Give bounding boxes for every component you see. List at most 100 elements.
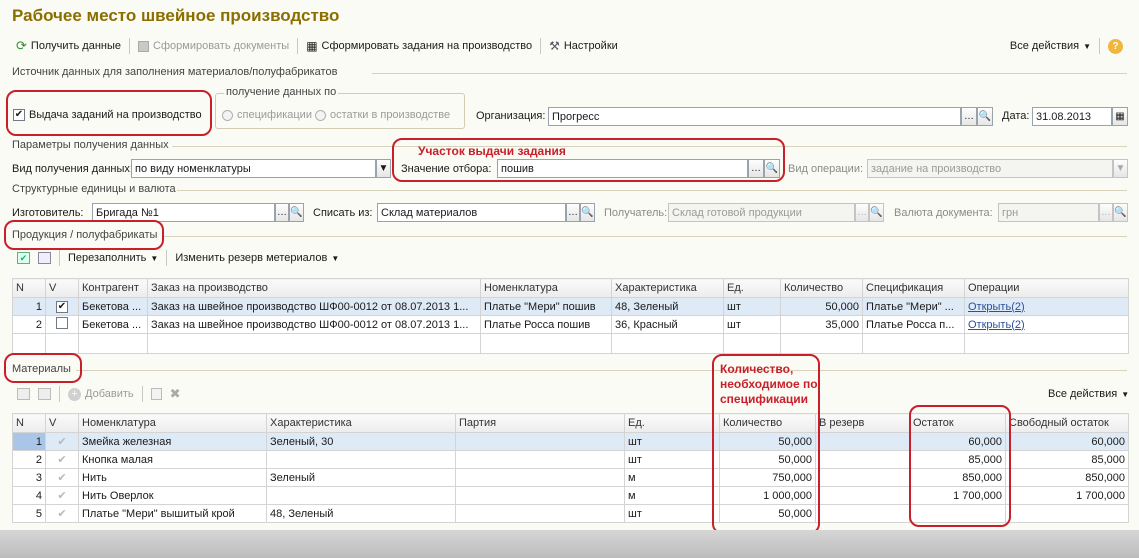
row-check-icon: ✔: [45, 504, 79, 523]
radio-icon: [222, 109, 233, 121]
uncheck-all-icon: [38, 252, 51, 264]
section-divider: [372, 73, 1127, 74]
row-checkbox[interactable]: [45, 315, 79, 334]
maker-label: Изготовитель:: [12, 207, 84, 219]
column-header[interactable]: Ед.: [723, 278, 781, 298]
calendar-icon[interactable]: ▦: [1112, 107, 1128, 126]
materials-actions: Все действия ▼: [1044, 383, 1133, 405]
products-table: N V Контрагент Заказ на производство Ном…: [12, 278, 1129, 354]
column-header[interactable]: Свободный остаток: [1005, 413, 1129, 433]
form-tasks-button[interactable]: ▦ Сформировать задания на производство: [302, 39, 536, 53]
uncheck-all-button[interactable]: [34, 388, 55, 400]
delete-icon: ✖: [169, 386, 181, 401]
date-field[interactable]: 31.08.2013: [1032, 107, 1112, 126]
operation-kind-field[interactable]: задание на производство: [867, 159, 1113, 178]
annotation-issue-area: Участок выдачи задания: [418, 144, 566, 158]
column-header[interactable]: Номенклатура: [480, 278, 612, 298]
column-header[interactable]: Заказ на производство: [147, 278, 481, 298]
column-header[interactable]: V: [45, 278, 79, 298]
receiver-field[interactable]: Склад готовой продукции: [668, 203, 855, 222]
toolbar-separator: [141, 386, 143, 402]
column-header[interactable]: Операции: [964, 278, 1129, 298]
uncheck-all-button[interactable]: [34, 252, 55, 264]
refill-button[interactable]: Перезаполнить ▼: [64, 252, 162, 264]
writeoff-field[interactable]: Склад материалов: [377, 203, 566, 222]
row-check-icon: ✔: [45, 468, 79, 487]
help-icon: ?: [1108, 38, 1123, 54]
currency-select-button[interactable]: …: [1099, 203, 1113, 222]
column-header[interactable]: Ед.: [624, 413, 720, 433]
source-section-title: Источник данных для заполнения материало…: [12, 66, 338, 78]
materials-all-actions-button[interactable]: Все действия ▼: [1044, 388, 1133, 400]
column-header[interactable]: Характеристика: [266, 413, 456, 433]
annotation-box-issue-tasks: [6, 90, 212, 136]
search-icon[interactable]: 🔍: [977, 107, 993, 126]
maker-select-button[interactable]: …: [275, 203, 289, 222]
form-documents-button[interactable]: Сформировать документы: [134, 40, 293, 52]
column-header[interactable]: Количество: [780, 278, 863, 298]
annotation-box-materials: [4, 353, 82, 383]
operation-kind-label: Вид операции:: [788, 163, 864, 175]
products-toolbar: ✔ Перезаполнить ▼ Изменить резерв метериа…: [13, 247, 343, 269]
open-operations-link[interactable]: Открыть(2): [968, 319, 1025, 331]
dropdown-arrow-icon[interactable]: ▼: [1113, 159, 1128, 178]
add-icon: +: [68, 387, 81, 401]
units-section-title: Структурные единицы и валюта: [12, 183, 176, 195]
add-button[interactable]: + Добавить: [64, 387, 138, 401]
radio-specification[interactable]: спецификации: [222, 109, 312, 121]
receiver-select-button[interactable]: …: [855, 203, 869, 222]
currency-label: Валюта документа:: [894, 207, 993, 219]
search-icon[interactable]: 🔍: [869, 203, 884, 222]
column-header[interactable]: Контрагент: [78, 278, 148, 298]
column-header[interactable]: В резерв: [815, 413, 910, 433]
search-icon[interactable]: 🔍: [580, 203, 595, 222]
delete-button[interactable]: ✖: [166, 386, 185, 402]
writeoff-label: Списать из:: [313, 207, 373, 219]
table-row[interactable]: 1 ✔ Бекетова ... Заказ на швейное произв…: [12, 297, 1129, 316]
column-header[interactable]: Спецификация: [862, 278, 965, 298]
column-header[interactable]: Номенклатура: [78, 413, 267, 433]
window-title: Рабочее место швейное производство: [12, 6, 340, 25]
table-icon: ▦: [306, 39, 318, 53]
radio-production-remains[interactable]: остатки в производстве: [315, 109, 450, 121]
change-reserve-button[interactable]: Изменить резерв метериалов ▼: [171, 252, 343, 264]
table-row[interactable]: 2 Бекетова ... Заказ на швейное производ…: [12, 315, 1129, 334]
column-header[interactable]: V: [45, 413, 79, 433]
organization-select-button[interactable]: …: [961, 107, 977, 126]
data-source-group-title: получение данных по: [224, 86, 339, 98]
all-actions-button[interactable]: Все действия ▼: [1006, 40, 1095, 52]
open-operations-link[interactable]: Открыть(2): [968, 301, 1025, 313]
search-icon[interactable]: 🔍: [289, 203, 304, 222]
currency-field[interactable]: грн: [998, 203, 1099, 222]
section-divider: [76, 370, 1127, 371]
help-button[interactable]: ?: [1104, 38, 1127, 54]
dropdown-arrow-icon: ▼: [150, 253, 159, 263]
writeoff-select-button[interactable]: …: [566, 203, 580, 222]
section-divider: [177, 190, 1127, 191]
copy-button[interactable]: [147, 388, 166, 400]
toolbar-separator: [166, 250, 168, 266]
column-header[interactable]: N: [12, 278, 46, 298]
data-kind-field[interactable]: по виду номенклатуры: [131, 159, 376, 178]
check-all-icon: ✔: [17, 252, 30, 264]
row-checkbox[interactable]: ✔: [45, 297, 79, 316]
checkbox-unchecked-icon: [56, 317, 68, 329]
settings-button[interactable]: ⚒ Настройки: [545, 39, 622, 53]
column-header[interactable]: Характеристика: [611, 278, 724, 298]
organization-field[interactable]: Прогресс: [548, 107, 961, 126]
radio-icon: [315, 109, 326, 121]
get-data-button[interactable]: ⟳ Получить данные: [12, 38, 125, 54]
column-header[interactable]: N: [12, 413, 46, 433]
toolbar-separator: [1099, 38, 1100, 54]
check-all-icon: [17, 388, 30, 400]
section-divider: [163, 236, 1127, 237]
table-header: N V Контрагент Заказ на производство Ном…: [12, 278, 1129, 298]
data-kind-label: Вид получения данных:: [12, 163, 133, 175]
column-header[interactable]: Партия: [455, 413, 625, 433]
check-all-button[interactable]: [13, 388, 34, 400]
toolbar-separator: [59, 386, 60, 402]
toolbar-separator: [59, 250, 60, 266]
dropdown-arrow-icon[interactable]: ▼: [376, 159, 391, 178]
check-all-button[interactable]: ✔: [13, 252, 34, 264]
search-icon[interactable]: 🔍: [1113, 203, 1128, 222]
